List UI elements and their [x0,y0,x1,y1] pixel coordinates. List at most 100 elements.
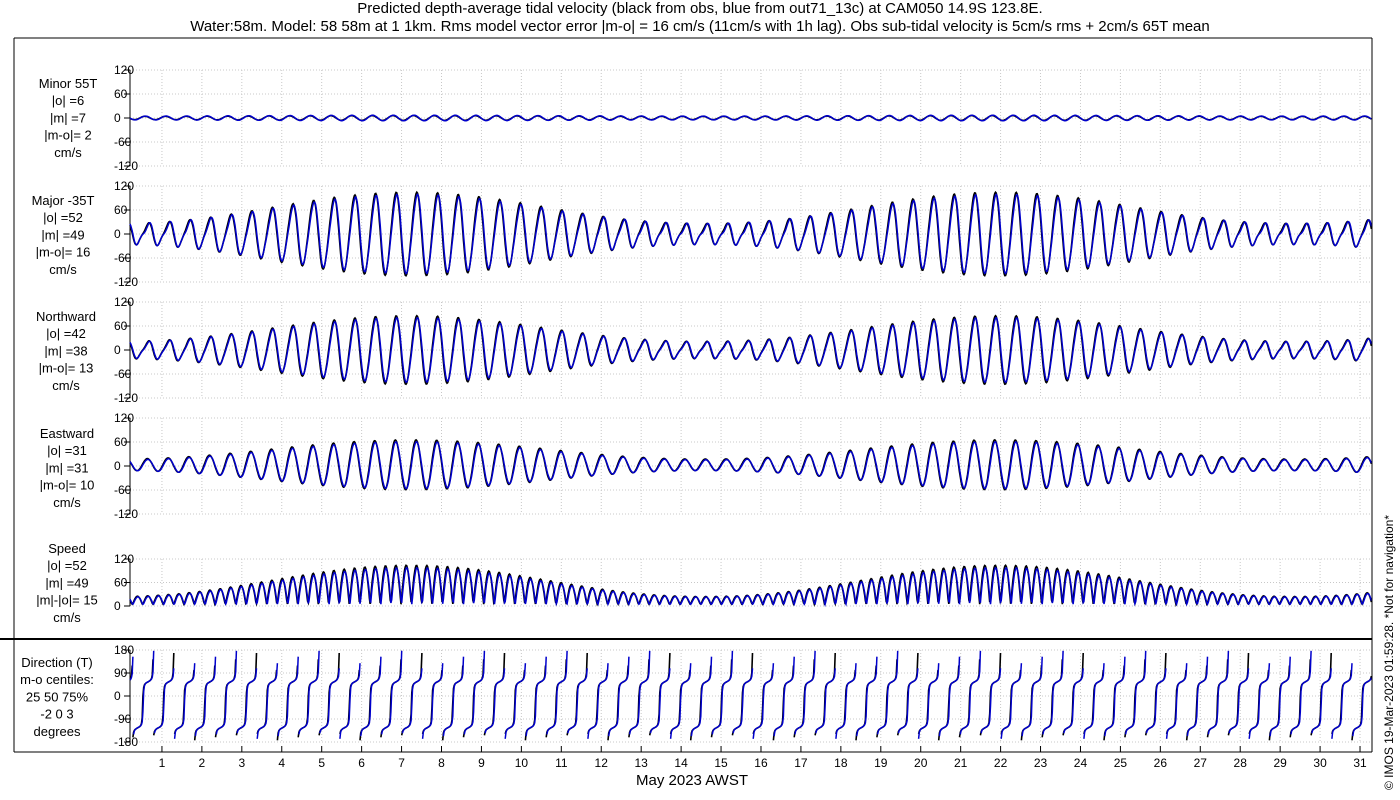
x-tick-label: 1 [159,756,166,770]
panel-label-line: cm/s [49,262,77,277]
x-tick-label: 26 [1154,756,1168,770]
panel-label-line: cm/s [53,610,81,625]
panel-label-line: |m| =31 [45,460,88,475]
x-tick-label: 4 [278,756,285,770]
panel-label-line: degrees [34,724,81,739]
series-obs-direction [129,652,1373,741]
x-tick-label: 31 [1353,756,1367,770]
panel-label-line: Major -35T [32,193,95,208]
panel-label-line: |o| =52 [43,210,83,225]
x-tick-label: 18 [834,756,848,770]
y-tick-label: 120 [114,411,134,425]
y-tick-label: -120 [114,391,138,405]
x-axis-label: May 2023 AWST [636,772,748,789]
y-tick-label: 120 [114,63,134,77]
y-tick-label: -60 [114,367,132,381]
tidal-velocity-chart: -120-60060120Minor 55T|o| =6|m| =7|m-o|=… [0,37,1373,789]
panel-label-line: |m| =7 [50,110,86,125]
y-tick-label: 90 [114,666,128,680]
x-tick-label: 13 [634,756,648,770]
panel-label-line: |m| =49 [45,575,88,590]
x-tick-label: 10 [515,756,529,770]
x-tick-label: 3 [238,756,245,770]
panel-label-line: |m-o|= 10 [40,478,95,493]
x-tick-label: 16 [754,756,768,770]
x-tick-label: 24 [1074,756,1088,770]
panel-label-line: |m| =49 [41,227,84,242]
x-tick-label: 15 [714,756,728,770]
x-tick-label: 29 [1273,756,1287,770]
y-tick-label: 60 [114,319,128,333]
x-tick-label: 21 [954,756,968,770]
x-tick-label: 27 [1194,756,1208,770]
panel-label-line: |m| =38 [44,343,87,358]
y-tick-label: 0 [114,343,121,357]
panel-east: -120 -60 0 60 120 Eastward |o| =31 |m| =31 |m-o|… [40,411,1373,521]
panel-north: -120 -60 0 60 120 Northward |o| =42 |m| =38 |m-o… [36,295,1373,405]
panel-label-line: |o| =31 [47,443,87,458]
panel-label-line: |o| =6 [52,93,84,108]
panel-label-line: cm/s [53,495,81,510]
series-model-minor [129,114,1372,122]
x-tick-label: 30 [1313,756,1327,770]
y-tick-label: -120 [114,275,138,289]
x-tick-label: 9 [478,756,485,770]
panel-speed: 0 60 120 Speed |o| =52 |m| =49 |m|-|o|= 15 cm/s [36,541,1373,625]
y-tick-label: -120 [114,159,138,173]
y-tick-label: -60 [114,483,132,497]
panel-label-line: |o| =42 [46,326,86,341]
y-tick-label: 60 [114,87,128,101]
x-tick-label: 6 [358,756,365,770]
y-tick-label: 60 [114,203,128,217]
panel-label-line: |m|-|o|= 15 [36,593,98,608]
y-tick-label: -120 [114,507,138,521]
y-tick-label: 120 [114,179,134,193]
panel-label-line: -2 0 3 [40,707,73,722]
series-model-direction [129,650,1373,739]
panel-label-line: |m-o|= 13 [39,361,94,376]
panel-label-line: |m-o|= 2 [44,128,92,143]
panel-label-line: Eastward [40,426,94,441]
x-tick-label: 5 [318,756,325,770]
x-tick-label: 12 [595,756,609,770]
y-tick-label: 120 [114,552,134,566]
panel-label-line: |o| =52 [47,558,87,573]
panel-label-line: Direction (T) [21,655,93,670]
y-tick-label: 60 [114,576,128,590]
panel-label-line: |m-o|= 16 [36,245,91,260]
panel-major: -120 -60 0 60 120 Major -35T |o| =52 |m| =49 |m-… [32,179,1373,289]
panel-label-line: m-o centiles: [20,672,94,687]
x-tick-label: 23 [1034,756,1048,770]
panel-label-line: cm/s [54,145,82,160]
x-tick-label: 7 [398,756,405,770]
x-tick-label: 2 [199,756,206,770]
panel-label-line: Northward [36,309,96,324]
x-tick-label: 25 [1114,756,1128,770]
y-tick-label: 0 [114,111,121,125]
x-tick-label: 22 [994,756,1008,770]
y-tick-label: 180 [114,643,134,657]
y-tick-label: -60 [114,251,132,265]
x-tick-label: 19 [874,756,888,770]
panel-direction: -180 -90 0 90 180 Direction (T) m-o centiles: 2… [20,643,1373,749]
y-tick-label: -60 [114,135,132,149]
panel-label-line: Speed [48,541,86,556]
x-tick-label: 11 [555,756,568,770]
x-tick-label: 8 [438,756,445,770]
y-tick-label: 60 [114,435,128,449]
y-tick-label: -180 [114,735,138,749]
panel-label-line: Minor 55T [39,76,98,91]
x-tick-label: 28 [1234,756,1248,770]
series-model-speed [129,566,1373,608]
y-tick-label: 0 [114,599,121,613]
panel-minor: -120 -60 0 60 120 Minor 55T |o| =6 |m| =7 |m-o|=… [39,63,1372,173]
y-tick-label: -90 [114,712,132,726]
y-tick-label: 0 [114,689,121,703]
x-tick-label: 14 [674,756,688,770]
y-tick-label: 0 [114,227,121,241]
panel-label-line: 25 50 75% [26,689,89,704]
panel-label-line: cm/s [52,378,80,393]
copyright-credit: © IMOS 19-Mar-2023 01:59:28. *Not for na… [1382,515,1396,790]
series-obs-east [129,438,1373,491]
y-tick-label: 0 [114,459,121,473]
